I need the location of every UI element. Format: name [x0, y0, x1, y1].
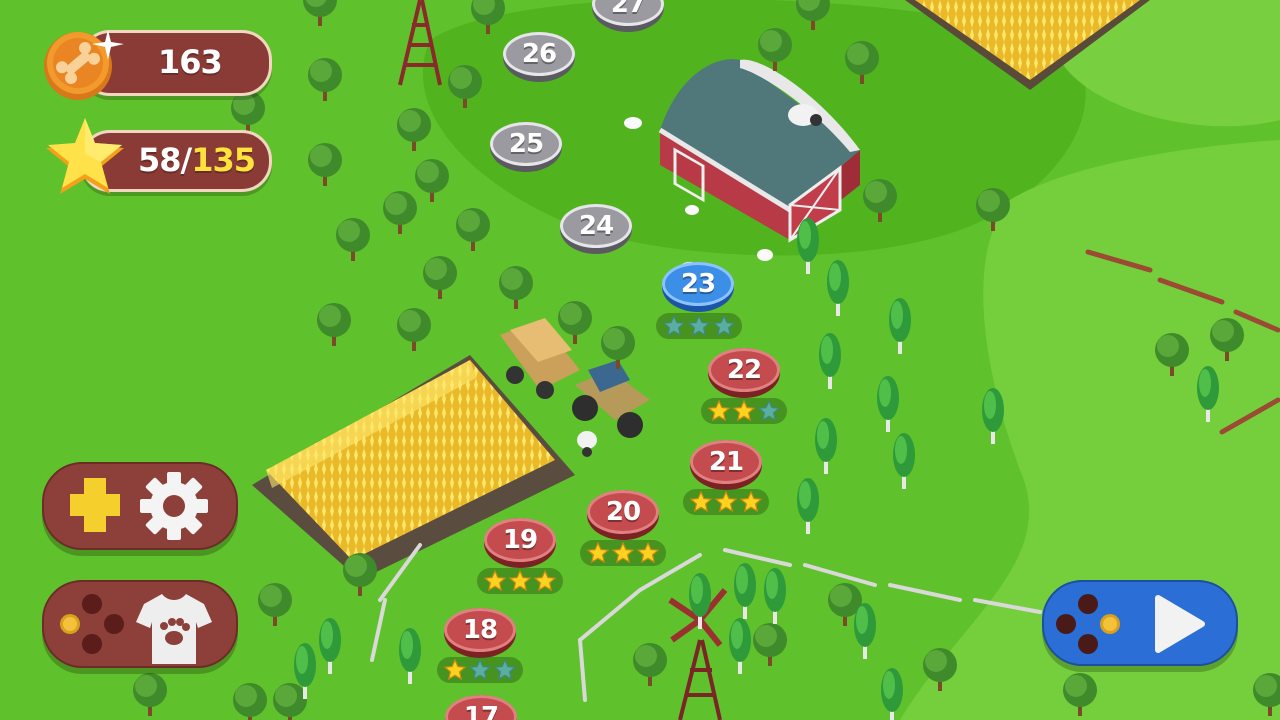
settings-button[interactable] — [42, 462, 238, 550]
level-number: 22 — [726, 355, 762, 385]
gear-icon — [140, 472, 208, 540]
stars-total: 135 — [191, 141, 256, 179]
level-number: 17 — [463, 702, 499, 720]
star-filled-icon — [586, 541, 610, 564]
star-empty-icon — [712, 314, 736, 337]
star-filled-icon — [533, 569, 557, 592]
game-screen: 27 26 25 24 23 22 21 20 19 18 17 163 58/135 — [0, 0, 1280, 720]
level-star-rating — [656, 313, 742, 339]
gamepad-dots-icon — [60, 594, 124, 654]
level-number: 26 — [521, 39, 557, 69]
level-number: 21 — [708, 447, 744, 477]
star-filled-icon — [443, 658, 467, 681]
level-26-button[interactable]: 26 — [503, 32, 575, 92]
star-empty-icon — [468, 658, 492, 681]
level-number: 27 — [610, 0, 646, 19]
level-star-rating — [437, 657, 523, 683]
star-filled-icon — [707, 399, 731, 422]
level-17-button[interactable]: 17 — [445, 695, 517, 720]
plus-icon — [70, 478, 120, 532]
star-filled-icon — [732, 399, 756, 422]
level-number: 25 — [508, 129, 544, 159]
level-27-button[interactable]: 27 — [592, 0, 664, 42]
star-progress: 58/135 — [138, 141, 256, 179]
star-filled-icon — [508, 569, 532, 592]
level-number: 20 — [605, 497, 641, 527]
level-24-button[interactable]: 24 — [560, 204, 632, 264]
level-star-rating — [477, 568, 563, 594]
gamepad-dots-icon — [1056, 594, 1120, 654]
coin-count: 163 — [158, 43, 223, 81]
level-number: 24 — [578, 211, 614, 241]
star-filled-icon — [483, 569, 507, 592]
play-icon — [1155, 595, 1205, 653]
paw-shirt-icon — [136, 594, 212, 664]
level-number: 23 — [680, 269, 716, 299]
star-empty-icon — [687, 314, 711, 337]
level-number: 19 — [502, 525, 538, 555]
level-star-rating — [683, 489, 769, 515]
level-number: 18 — [462, 615, 498, 645]
coin-icon — [44, 30, 124, 100]
stars-separator: / — [180, 141, 193, 179]
star-empty-icon — [662, 314, 686, 337]
star-filled-icon — [611, 541, 635, 564]
star-empty-icon — [757, 399, 781, 422]
customize-button[interactable] — [42, 580, 238, 668]
star-filled-icon — [714, 490, 738, 513]
level-star-rating — [580, 540, 666, 566]
star-filled-icon — [739, 490, 763, 513]
star-filled-icon — [689, 490, 713, 513]
star-icon — [46, 118, 124, 194]
level-25-button[interactable]: 25 — [490, 122, 562, 182]
stars-collected: 58 — [138, 141, 182, 179]
star-empty-icon — [493, 658, 517, 681]
play-button[interactable] — [1042, 580, 1238, 666]
level-star-rating — [701, 398, 787, 424]
star-filled-icon — [636, 541, 660, 564]
